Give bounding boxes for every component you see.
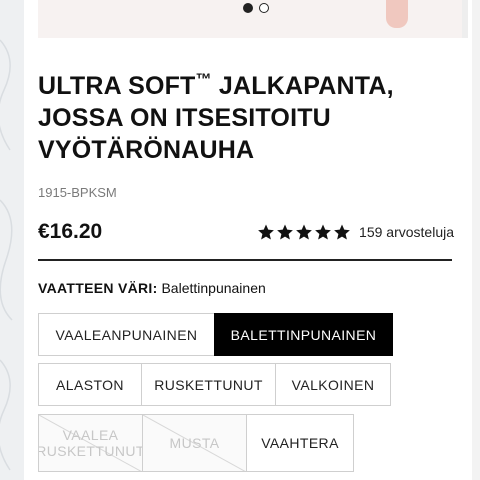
color-option-vaahtera[interactable]: VAAHTERA [246, 414, 354, 472]
star-icon [296, 224, 312, 240]
color-option-label: MUSTA [169, 435, 220, 451]
color-option-alaston[interactable]: ALASTON [38, 363, 142, 406]
product-sku: 1915-BPKSM [38, 185, 117, 200]
selected-color-value: Balettinpunainen [161, 280, 266, 296]
product-image-carousel[interactable] [38, 0, 468, 38]
product-price: €16.20 [38, 220, 103, 243]
star-icon [334, 224, 350, 240]
color-option-label: VAALEANPUNAINEN [55, 326, 198, 343]
color-option-label: VAAHTERA [261, 435, 339, 451]
star-rating [257, 223, 351, 241]
section-divider [38, 259, 452, 261]
decorative-pattern [0, 39, 13, 471]
carousel-dot-1[interactable] [243, 3, 253, 13]
color-selection-label: VAATTEEN VÄRI: Balettinpunainen [38, 280, 266, 296]
color-option-label: VALKOINEN [291, 376, 375, 393]
carousel-dot-2[interactable] [259, 3, 269, 13]
color-option-ruskettunut[interactable]: RUSKETTUNUT [141, 363, 276, 406]
review-count-link[interactable]: 159 arvosteluja [359, 224, 454, 240]
color-option-label: ALASTON [56, 376, 124, 393]
color-option-musta[interactable]: MUSTA [142, 414, 247, 472]
color-option-label: RUSKETTUNUT [154, 376, 263, 393]
color-option-label: VAALEA RUSKETTUNUT [38, 427, 143, 459]
color-option-vaaleanpunainen[interactable]: VAALEANPUNAINEN [38, 313, 215, 356]
product-image [386, 0, 408, 28]
product-detail: ULTRA SOFT™ JALKAPANTA, JOSSA ON ITSESIT… [24, 0, 472, 480]
color-option-vaalea-ruskettunut[interactable]: VAALEA RUSKETTUNUT [38, 414, 143, 472]
trademark-symbol: ™ [195, 71, 212, 89]
color-option-label: BALETTINPUNAINEN [230, 326, 377, 343]
next-slide-peek [462, 0, 468, 38]
carousel-dots [243, 3, 269, 13]
color-label-heading: VAATTEEN VÄRI: [38, 280, 158, 296]
product-title: ULTRA SOFT™ JALKAPANTA, JOSSA ON ITSESIT… [38, 70, 458, 166]
star-icon [315, 224, 331, 240]
review-summary[interactable]: 159 arvosteluja [257, 223, 454, 241]
color-option-valkoinen[interactable]: VALKOINEN [275, 363, 391, 406]
color-option-balettinpunainen[interactable]: BALETTINPUNAINEN [214, 313, 393, 356]
product-title-part1: ULTRA SOFT [38, 72, 196, 100]
star-icon [277, 224, 293, 240]
page-background-right [472, 0, 480, 480]
page-background-left [0, 0, 24, 480]
star-icon [258, 224, 274, 240]
